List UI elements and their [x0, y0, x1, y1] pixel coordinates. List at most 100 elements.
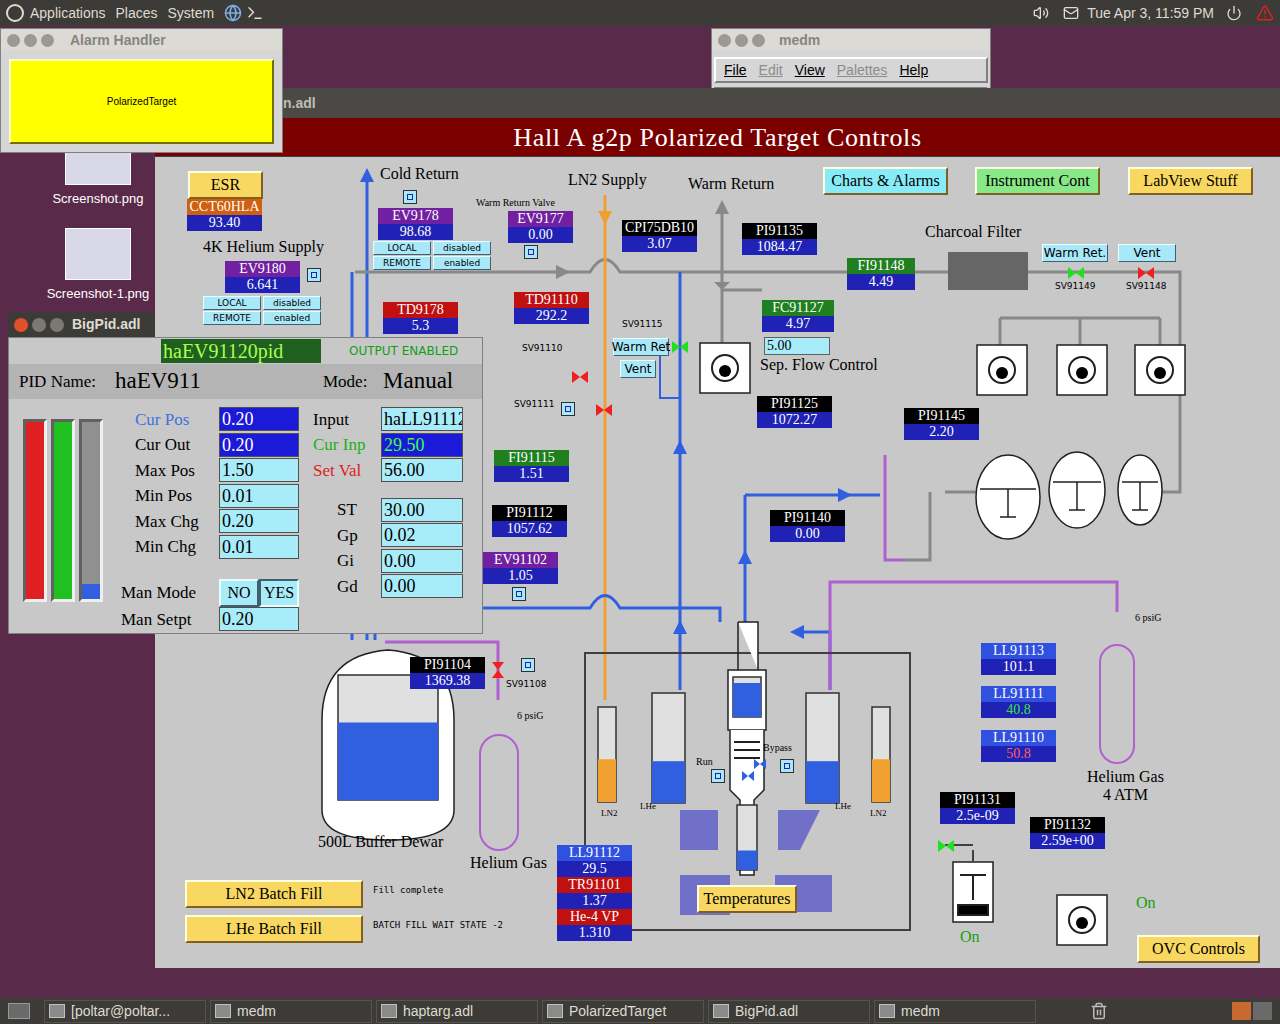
small-button[interactable]: disabled [433, 241, 491, 255]
taskbar-item[interactable]: haptarg.adl [376, 1000, 538, 1023]
valve-label: SV91108 [506, 680, 547, 689]
pid-field-label: Max Chg [121, 509, 219, 535]
terminal-icon[interactable] [246, 4, 264, 22]
power-icon[interactable] [1226, 5, 1242, 21]
readout-name: FI91115 [494, 450, 569, 466]
man-mode-button[interactable]: NO [219, 579, 259, 607]
valve-icon[interactable] [1068, 267, 1084, 279]
menu-item[interactable]: File [724, 60, 747, 81]
pid-field[interactable]: haLL91112 [381, 407, 463, 431]
readout-value: 1.310 [557, 925, 632, 941]
valve-icon[interactable] [596, 404, 612, 416]
close-button[interactable] [14, 318, 28, 332]
pid-field[interactable]: 0.20 [219, 607, 299, 631]
pump-icon [1057, 345, 1107, 395]
pid-field[interactable]: 0.00 [381, 549, 463, 573]
pid-field[interactable]: 0.01 [219, 535, 299, 559]
show-desktop-icon[interactable] [8, 1003, 30, 1019]
readout-name: LL91111 [981, 686, 1056, 702]
small-button[interactable]: enabled [433, 256, 491, 270]
warning-icon[interactable] [1256, 4, 1274, 22]
maximize-button[interactable] [50, 318, 64, 332]
small-button[interactable]: REMOTE [373, 256, 431, 270]
readout: FI911151.51 [494, 450, 569, 482]
related-display-icon[interactable] [307, 268, 321, 282]
control-button[interactable]: LHe Batch Fill [185, 915, 363, 943]
control-button[interactable]: ESR [188, 171, 263, 199]
taskbar-item[interactable]: [poltar@poltar... [44, 1000, 206, 1023]
readout-value: 1084.47 [742, 239, 817, 255]
taskbar-item[interactable]: medm [210, 1000, 372, 1023]
small-button[interactable]: disabled [263, 296, 321, 310]
desktop-icon[interactable]: Screenshot-1.png [38, 228, 158, 304]
setpoint-field[interactable]: 5.00 [764, 337, 830, 355]
related-display-icon[interactable] [403, 190, 417, 204]
window-icon [49, 1004, 65, 1018]
man-mode-button[interactable]: YES [259, 579, 299, 607]
pid-field[interactable]: 0.20 [219, 509, 299, 533]
readout-name: CPI75DB10 [622, 220, 697, 236]
related-display-icon[interactable] [780, 759, 794, 773]
small-button[interactable]: LOCAL [373, 241, 431, 255]
readout-value: 1.51 [494, 466, 569, 482]
menu-item[interactable]: Edit [759, 60, 783, 81]
valve-icon[interactable] [1138, 267, 1154, 279]
alarm-handler-window: Alarm HandlerPolarizedTarget [0, 28, 283, 153]
control-button[interactable]: Instrument Cont [975, 167, 1100, 195]
control-button[interactable]: Charts & Alarms [823, 167, 948, 195]
control-button[interactable]: OVC Controls [1137, 935, 1260, 963]
readout-name: TD9178 [383, 302, 458, 318]
trash-icon[interactable] [1090, 1002, 1108, 1020]
workspace-switcher-icon[interactable] [1232, 1002, 1272, 1020]
diagram-label: Cold Return [380, 166, 459, 182]
related-display-icon[interactable] [512, 587, 526, 601]
small-button[interactable]: Vent [1118, 244, 1176, 262]
alarm-group-button[interactable]: PolarizedTarget [9, 59, 274, 144]
control-button[interactable]: LN2 Batch Fill [185, 880, 363, 908]
window-icon [713, 1004, 729, 1018]
panel-menu[interactable]: Places [116, 3, 158, 24]
window-icon [215, 1004, 231, 1018]
panel-menu[interactable]: System [168, 3, 215, 24]
volume-icon[interactable] [1033, 5, 1049, 21]
valve-icon[interactable] [492, 662, 504, 678]
menu-item[interactable]: View [795, 60, 825, 81]
small-button[interactable]: enabled [263, 311, 321, 325]
related-display-icon[interactable] [711, 769, 725, 783]
mail-icon[interactable] [1063, 5, 1079, 21]
pid-field[interactable]: 1.50 [219, 458, 299, 482]
small-button[interactable]: Warm Ret. [1042, 244, 1108, 262]
related-display-icon[interactable] [524, 245, 538, 259]
readout-value: 4.49 [847, 274, 915, 290]
pid-field-label: Gp [311, 523, 381, 549]
diagram-label: Warm Return Valve [476, 198, 555, 208]
control-button[interactable]: Temperatures [697, 885, 797, 913]
small-button[interactable]: REMOTE [203, 311, 261, 325]
valve-label: SV91110 [522, 344, 563, 353]
pid-field[interactable]: 56.00 [381, 458, 463, 482]
small-button[interactable]: Vent [620, 360, 656, 378]
related-display-icon[interactable] [561, 402, 575, 416]
pid-field[interactable]: 30.00 [381, 498, 463, 522]
small-button[interactable]: LOCAL [203, 296, 261, 310]
ubuntu-logo-icon [6, 4, 24, 22]
desktop-icon[interactable]: Screenshot.png [38, 150, 158, 209]
taskbar-item[interactable]: medm [874, 1000, 1036, 1023]
control-button[interactable]: LabView Stuff [1128, 167, 1253, 195]
valve-icon[interactable] [572, 371, 588, 383]
related-display-icon[interactable] [521, 658, 535, 672]
clock[interactable]: Tue Apr 3, 11:59 PM [1087, 3, 1214, 24]
valve-icon[interactable] [672, 341, 688, 353]
small-button[interactable]: Warm Ret [613, 338, 669, 356]
menu-item[interactable]: Palettes [837, 60, 888, 81]
taskbar-item[interactable]: PolarizedTarget [542, 1000, 704, 1023]
minimize-button[interactable] [32, 318, 46, 332]
pid-field[interactable]: 0.00 [381, 574, 463, 598]
readout-name: FC91127 [762, 300, 834, 316]
panel-menu[interactable]: Applications [30, 3, 106, 24]
menu-item[interactable]: Help [899, 60, 928, 81]
pid-field[interactable]: 0.02 [381, 523, 463, 547]
taskbar-item[interactable]: BigPid.adl [708, 1000, 870, 1023]
browser-icon[interactable] [224, 4, 242, 22]
pid-field[interactable]: 0.01 [219, 484, 299, 508]
